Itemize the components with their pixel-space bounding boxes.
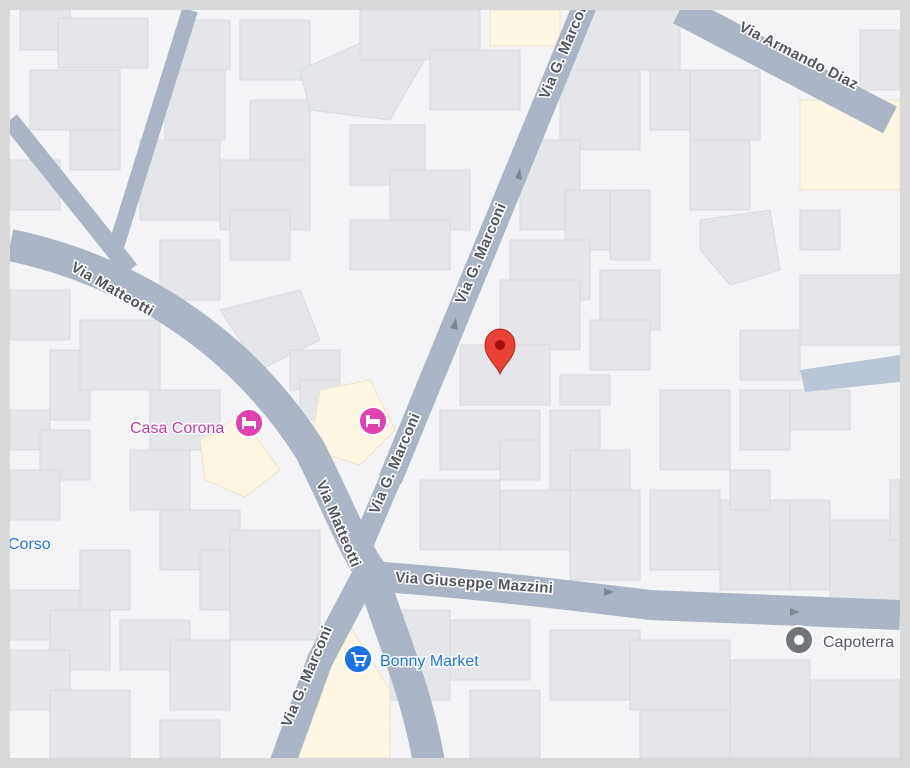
- poi-label-capoterra[interactable]: Capoterra: [822, 633, 896, 653]
- poi-label-corso[interactable]: Corso: [10, 535, 52, 555]
- buildings: [10, 10, 900, 758]
- hotel-icon[interactable]: [234, 408, 264, 438]
- shopping-cart-icon[interactable]: [343, 644, 373, 674]
- poi-label-casa-corona[interactable]: Casa Corona: [129, 419, 226, 439]
- hotel-icon[interactable]: [358, 406, 388, 436]
- water-body: [800, 355, 900, 392]
- poi-hotel-unnamed[interactable]: [358, 406, 388, 436]
- poi-label-bonny-market[interactable]: Bonny Market: [379, 652, 481, 672]
- map-frame: Via Armando Diaz Via G. Marconi Via G. M…: [10, 10, 900, 758]
- poi-capoterra[interactable]: Capoterra: [784, 625, 896, 655]
- map-canvas[interactable]: Via Armando Diaz Via G. Marconi Via G. M…: [10, 10, 900, 758]
- place-icon[interactable]: [784, 625, 814, 655]
